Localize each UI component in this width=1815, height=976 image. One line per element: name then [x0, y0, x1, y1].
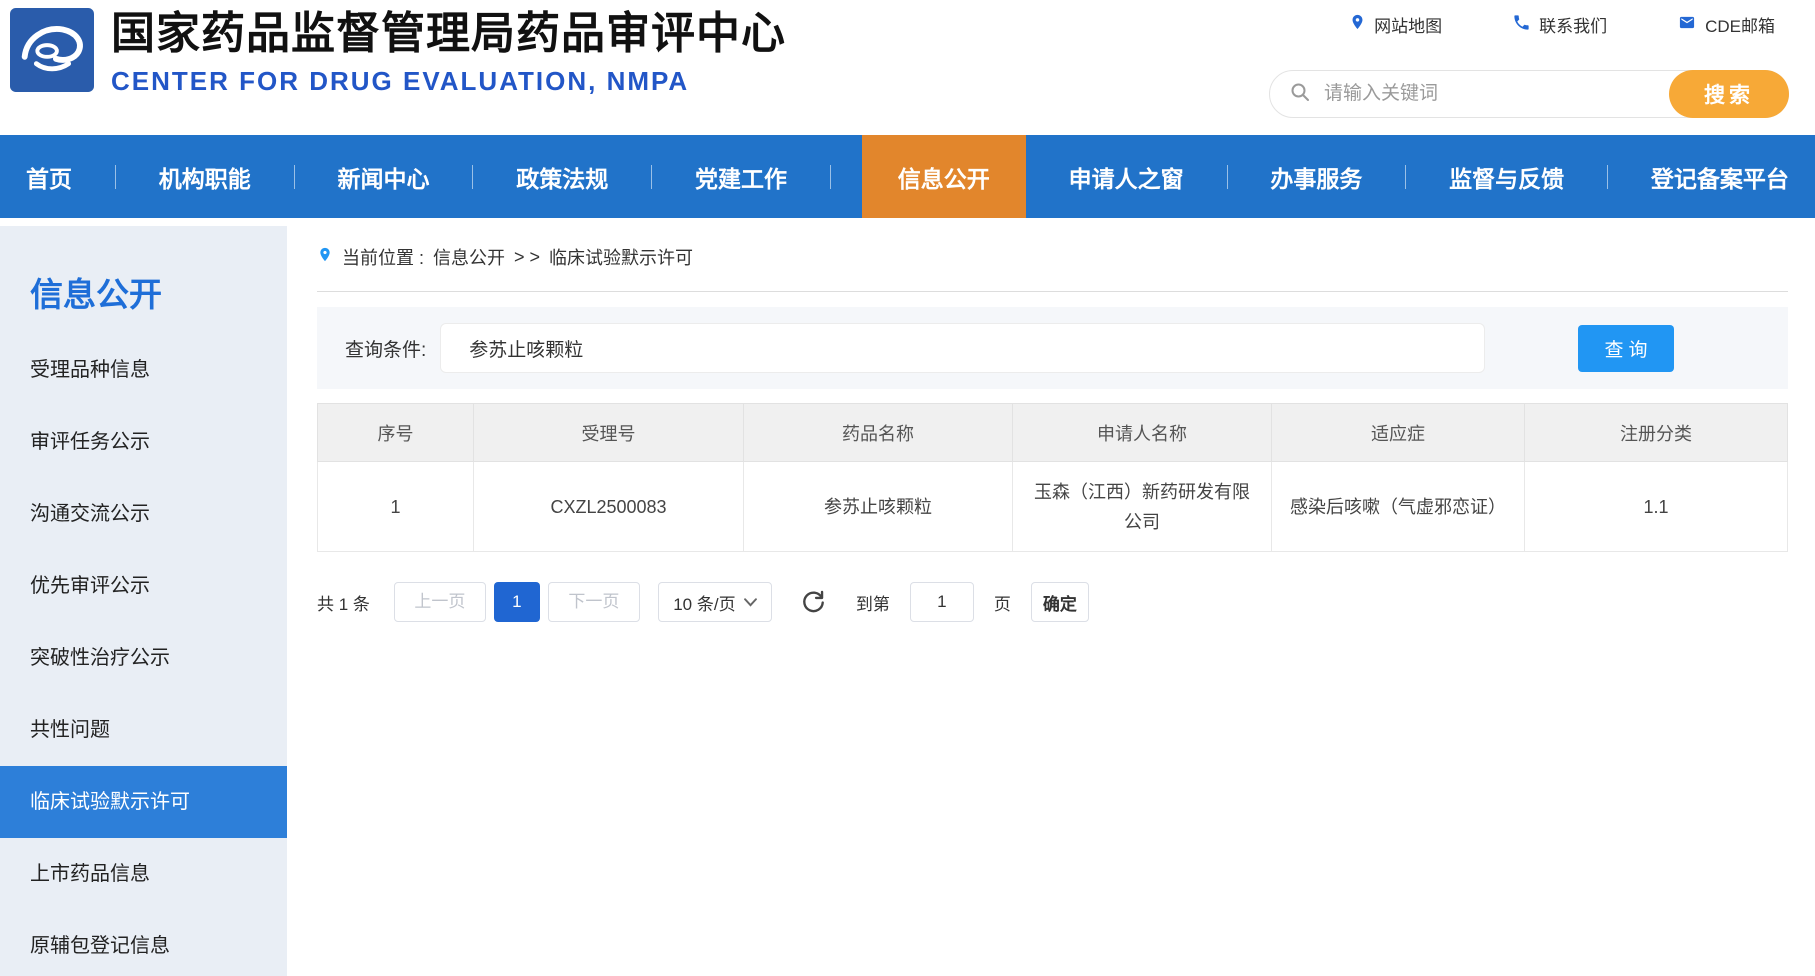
- contact-label: 联系我们: [1539, 12, 1607, 37]
- breadcrumb-current: 临床试验默示许可: [549, 244, 693, 270]
- nav-item-supervision[interactable]: 监督与反馈: [1437, 135, 1576, 218]
- nav-separator: [294, 165, 295, 189]
- sidebar: 信息公开 受理品种信息 审评任务公示 沟通交流公示 优先审评公示 突破性治疗公示…: [0, 226, 287, 976]
- query-input[interactable]: [440, 323, 1485, 373]
- nav-item-news[interactable]: 新闻中心: [326, 135, 442, 218]
- sidebar-title: 信息公开: [0, 226, 287, 316]
- query-label: 查询条件:: [345, 335, 426, 362]
- breadcrumb-label: 当前位置 :: [342, 244, 424, 270]
- col-drug-name: 药品名称: [744, 404, 1013, 462]
- sidebar-item-accepted-varieties[interactable]: 受理品种信息: [0, 334, 287, 406]
- main-nav: 首页 机构职能 新闻中心 政策法规 党建工作 信息公开 申请人之窗 办事服务 监…: [0, 135, 1815, 218]
- nav-item-policies[interactable]: 政策法规: [504, 135, 620, 218]
- nav-item-home[interactable]: 首页: [14, 135, 84, 218]
- chevron-down-icon: [744, 592, 757, 612]
- cde-logo: [10, 8, 94, 92]
- cell-seq: 1: [318, 462, 474, 552]
- mailbox-label: CDE邮箱: [1705, 12, 1775, 37]
- cell-acceptance-no: CXZL2500083: [474, 462, 744, 552]
- goto-page-input[interactable]: [910, 582, 974, 622]
- breadcrumb-separator: > >: [514, 247, 540, 268]
- sitemap-link[interactable]: 网站地图: [1349, 12, 1442, 37]
- col-indication: 适应症: [1272, 404, 1525, 462]
- prev-page-button[interactable]: 上一页: [394, 582, 486, 622]
- phone-icon: [1512, 13, 1531, 37]
- cell-indication: 感染后咳嗽（气虚邪恋证）: [1272, 462, 1525, 552]
- nav-item-services[interactable]: 办事服务: [1258, 135, 1374, 218]
- breadcrumb-divider: [317, 291, 1788, 292]
- search-input[interactable]: [1310, 83, 1670, 105]
- breadcrumb: 当前位置 : 信息公开 > > 临床试验默示许可: [317, 244, 1788, 270]
- sidebar-item-priority-review[interactable]: 优先审评公示: [0, 550, 287, 622]
- header-quick-links: 网站地图 联系我们 CDE邮箱: [1349, 12, 1775, 37]
- contact-link[interactable]: 联系我们: [1512, 12, 1607, 37]
- table-header-row: 序号 受理号 药品名称 申请人名称 适应症 注册分类: [318, 404, 1788, 462]
- results-table: 序号 受理号 药品名称 申请人名称 适应症 注册分类 1 CXZL2500083…: [317, 403, 1788, 552]
- cell-drug-name: 参苏止咳颗粒: [744, 462, 1013, 552]
- mailbox-link[interactable]: CDE邮箱: [1677, 12, 1775, 37]
- col-registration-class: 注册分类: [1525, 404, 1788, 462]
- table-row: 1 CXZL2500083 参苏止咳颗粒 玉森（江西）新药研发有限公司 感染后咳…: [318, 462, 1788, 552]
- breadcrumb-section[interactable]: 信息公开: [433, 244, 505, 270]
- search-button[interactable]: 搜索: [1669, 70, 1789, 118]
- site-header: 国家药品监督管理局药品审评中心 CENTER FOR DRUG EVALUATI…: [0, 0, 1815, 135]
- query-button[interactable]: 查询: [1578, 325, 1674, 372]
- refresh-icon[interactable]: [800, 587, 830, 617]
- sidebar-item-common-issues[interactable]: 共性问题: [0, 694, 287, 766]
- pagination-total: 共 1 条: [317, 590, 370, 615]
- nav-separator: [830, 165, 831, 189]
- sidebar-item-review-tasks[interactable]: 审评任务公示: [0, 406, 287, 478]
- next-page-button[interactable]: 下一页: [548, 582, 640, 622]
- nav-separator: [472, 165, 473, 189]
- site-title-cn: 国家药品监督管理局药品审评中心: [111, 6, 786, 62]
- col-applicant: 申请人名称: [1013, 404, 1272, 462]
- confirm-button[interactable]: 确定: [1031, 582, 1089, 622]
- site-search: 搜索: [1269, 70, 1789, 118]
- goto-page-label: 到第: [856, 590, 890, 615]
- nav-item-functions[interactable]: 机构职能: [147, 135, 263, 218]
- sidebar-item-breakthrough-therapy[interactable]: 突破性治疗公示: [0, 622, 287, 694]
- search-icon: [1290, 82, 1310, 107]
- nav-separator: [1607, 165, 1608, 189]
- query-panel: 查询条件: 查询: [317, 307, 1788, 389]
- nav-item-party[interactable]: 党建工作: [683, 135, 799, 218]
- cell-registration-class: 1.1: [1525, 462, 1788, 552]
- nav-item-info-disclosure[interactable]: 信息公开: [862, 135, 1026, 218]
- page-size-value: 10 条/页: [673, 590, 735, 615]
- page-size-select[interactable]: 10 条/页: [658, 582, 772, 622]
- col-seq: 序号: [318, 404, 474, 462]
- nav-separator: [115, 165, 116, 189]
- envelope-icon: [1677, 14, 1697, 36]
- page-number-1[interactable]: 1: [494, 582, 540, 622]
- site-title-en: CENTER FOR DRUG EVALUATION, NMPA: [111, 66, 786, 97]
- col-acceptance-no: 受理号: [474, 404, 744, 462]
- pagination: 共 1 条 上一页 1 下一页 10 条/页 到第 页 确定: [317, 582, 1788, 622]
- nav-separator: [1227, 165, 1228, 189]
- breadcrumb-pin-icon: [317, 244, 333, 270]
- nav-separator: [651, 165, 652, 189]
- sidebar-item-marketed-drugs[interactable]: 上市药品信息: [0, 838, 287, 910]
- nav-separator: [1405, 165, 1406, 189]
- sidebar-item-communication[interactable]: 沟通交流公示: [0, 478, 287, 550]
- nav-item-applicant-window[interactable]: 申请人之窗: [1057, 135, 1196, 218]
- location-pin-icon: [1349, 12, 1366, 37]
- cell-applicant: 玉森（江西）新药研发有限公司: [1013, 462, 1272, 552]
- main-panel: 当前位置 : 信息公开 > > 临床试验默示许可 查询条件: 查询 序号 受理号…: [287, 218, 1815, 976]
- nav-item-registration-platform[interactable]: 登记备案平台: [1639, 135, 1801, 218]
- goto-page-unit: 页: [994, 590, 1011, 615]
- sidebar-item-excipient-registration[interactable]: 原辅包登记信息: [0, 910, 287, 976]
- sidebar-item-clinical-trial-implied-license[interactable]: 临床试验默示许可: [0, 766, 287, 838]
- sitemap-label: 网站地图: [1374, 12, 1442, 37]
